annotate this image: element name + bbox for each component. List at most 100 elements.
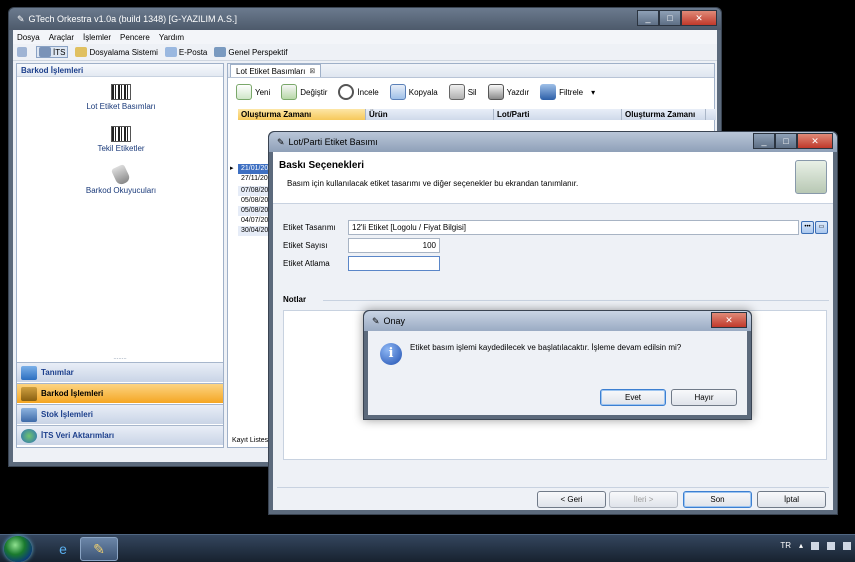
perspective-toolbar: İTS Dosyalama Sistemi E-Posta Genel Pers… [13, 44, 717, 61]
minimize-button[interactable]: _ [637, 10, 659, 26]
yazdir-button[interactable]: Yazdır [487, 84, 529, 100]
current-row-indicator: ▸ [230, 165, 234, 172]
sil-button[interactable]: Sil [448, 84, 477, 100]
dialog-window-controls: _ □ ✕ [753, 133, 833, 149]
confirm-title-bar[interactable]: ✎ Onay [364, 311, 751, 331]
barkod-islemleri-icon [21, 386, 37, 401]
etiket-atlama-label: Etiket Atlama [283, 259, 330, 268]
degistir-button[interactable]: Değiştir [281, 84, 327, 100]
dialog-title: Lot/Parti Etiket Basımı [288, 137, 378, 147]
scanner-icon [110, 163, 132, 187]
col-olusturma-zamani[interactable]: Oluşturma Zamanı [238, 109, 366, 120]
etiket-sayisi-label: Etiket Sayısı [283, 241, 328, 250]
new-icon [236, 84, 252, 100]
filtrele-button[interactable]: Filtrele ▾ [540, 84, 595, 100]
dialog-separator [277, 487, 829, 488]
left-panel-title: Barkod İşlemleri [17, 64, 223, 77]
dialog-header-title: Baskı Seçenekleri [279, 160, 365, 171]
nav-stok-islemleri[interactable]: Stok İşlemleri [17, 404, 223, 424]
taskbar: e ✎ TR ▴ [0, 534, 855, 562]
menu-pencere[interactable]: Pencere [120, 33, 150, 42]
clear-button[interactable]: ▭ [815, 221, 828, 234]
dialog-header: Baskı Seçenekleri Basım için kullanılaca… [273, 152, 833, 204]
evet-button[interactable]: Evet [600, 389, 666, 406]
app-icon: ✎ [17, 13, 25, 24]
menu-dosya[interactable]: Dosya [17, 33, 40, 42]
main-title-bar[interactable]: ✎ GTech Orkestra v1.0a (build 1348) [G-Y… [9, 8, 721, 30]
confirm-title: Onay [383, 316, 406, 326]
close-button[interactable]: ✕ [681, 10, 717, 26]
dropdown-arrow-icon[interactable]: ▾ [591, 88, 595, 97]
dialog-title-bar[interactable]: ✎ Lot/Parti Etiket Basımı [269, 132, 837, 152]
orkestra-taskbar-icon[interactable]: ✎ [80, 537, 118, 561]
mail-icon [164, 47, 177, 57]
delete-icon [448, 84, 465, 100]
etiket-atlama-field[interactable] [348, 256, 440, 271]
hayir-button[interactable]: Hayır [671, 389, 737, 406]
tab-lot-etiket-basimlari[interactable]: Lot Etiket Basımları ⊠ [230, 64, 322, 77]
info-icon: i [380, 343, 402, 365]
genel-perspektif-button[interactable]: Genel Perspektif [214, 47, 288, 57]
kopyala-button[interactable]: Kopyala [389, 84, 438, 100]
browse-button[interactable]: ••• [801, 221, 814, 234]
globe-icon [21, 428, 37, 443]
etiket-sayisi-field[interactable]: 100 [348, 238, 440, 253]
tekil-etiketler-item[interactable]: Tekil Etiketler [17, 126, 225, 153]
menu-bar: Dosya Araçlar İşlemler Pencere Yardım [13, 30, 717, 44]
minimize-button[interactable]: _ [753, 133, 775, 149]
close-button[interactable]: ✕ [797, 133, 833, 149]
tab-close-icon[interactable]: ⊠ [309, 67, 315, 75]
barcode-icon [111, 84, 131, 100]
col-lot-parti[interactable]: Lot/Parti [494, 109, 622, 120]
barcode-icon [111, 126, 131, 142]
edit-icon [281, 84, 298, 100]
lot-etiket-basimlari-item[interactable]: Lot Etiket Basımları [17, 84, 225, 111]
nav-barkod-islemleri[interactable]: Barkod İşlemleri [17, 383, 223, 403]
barkod-okuyuculari-item[interactable]: Barkod Okuyucuları [17, 163, 225, 195]
tanimlar-icon [21, 365, 37, 380]
layout-icon[interactable] [17, 47, 29, 57]
maximize-button[interactable]: □ [659, 10, 681, 26]
confirm-window-controls: ✕ [711, 312, 747, 328]
etiket-tasarimi-field[interactable]: 12'li Etiket [Logolu / Fiyat Bilgisi] [348, 220, 799, 235]
its-button[interactable]: İTS [36, 46, 69, 58]
system-tray: TR ▴ [772, 541, 851, 550]
close-button[interactable]: ✕ [711, 312, 747, 328]
menu-araclar[interactable]: Araçlar [49, 33, 74, 42]
language-indicator[interactable]: TR [780, 541, 791, 550]
iptal-button[interactable]: İptal [757, 491, 826, 508]
show-hidden-icons[interactable]: ▴ [799, 541, 803, 550]
its-icon [39, 47, 51, 57]
menu-yardim[interactable]: Yardım [159, 33, 184, 42]
left-panel: Barkod İşlemleri Lot Etiket Basımları Te… [16, 63, 224, 448]
nav-tanimlar[interactable]: Tanımlar [17, 362, 223, 382]
perspective-icon [214, 47, 227, 57]
nav-splitter[interactable]: ........ [17, 355, 223, 361]
confirm-dialog: ✎ Onay ✕ i Etiket basım işlemi kaydedile… [363, 310, 752, 420]
son-button[interactable]: Son [683, 491, 752, 508]
action-center-icon[interactable] [811, 541, 819, 550]
main-window-title: GTech Orkestra v1.0a (build 1348) [G-YAZ… [28, 14, 237, 24]
folder-icon [75, 47, 88, 57]
grid-header: Oluşturma Zamanı Ürün Lot/Parti Oluşturm… [238, 109, 716, 120]
list-toolbar: Yeni Değiştir İncele Kopyala Sil Yazdır … [228, 78, 714, 106]
yeni-button[interactable]: Yeni [236, 84, 270, 100]
nav-its-veri-aktarimlari[interactable]: İTS Veri Aktarımları [17, 425, 223, 445]
start-button[interactable] [4, 536, 32, 562]
ileri-button[interactable]: İleri > [609, 491, 678, 508]
notlar-label: Notlar [283, 295, 307, 304]
confirm-message: Etiket basım işlemi kaydedilecek ve başl… [410, 343, 682, 352]
network-icon[interactable] [827, 541, 835, 550]
col-urun[interactable]: Ürün [366, 109, 494, 120]
volume-icon[interactable] [843, 541, 851, 550]
confirm-body: i Etiket basım işlemi kaydedilecek ve ba… [368, 331, 747, 415]
col-olusturma-zamani-2[interactable]: Oluşturma Zamanı [622, 109, 706, 120]
menu-islemler[interactable]: İşlemler [83, 33, 111, 42]
incele-button[interactable]: İncele [338, 84, 379, 100]
dialog-header-description: Basım için kullanılacak etiket tasarımı … [287, 179, 579, 188]
maximize-button[interactable]: □ [775, 133, 797, 149]
geri-button[interactable]: < Geri [537, 491, 606, 508]
internet-explorer-icon[interactable]: e [44, 537, 82, 561]
eposta-button[interactable]: E-Posta [164, 47, 207, 57]
dosyalama-button[interactable]: Dosyalama Sistemi [75, 47, 158, 57]
